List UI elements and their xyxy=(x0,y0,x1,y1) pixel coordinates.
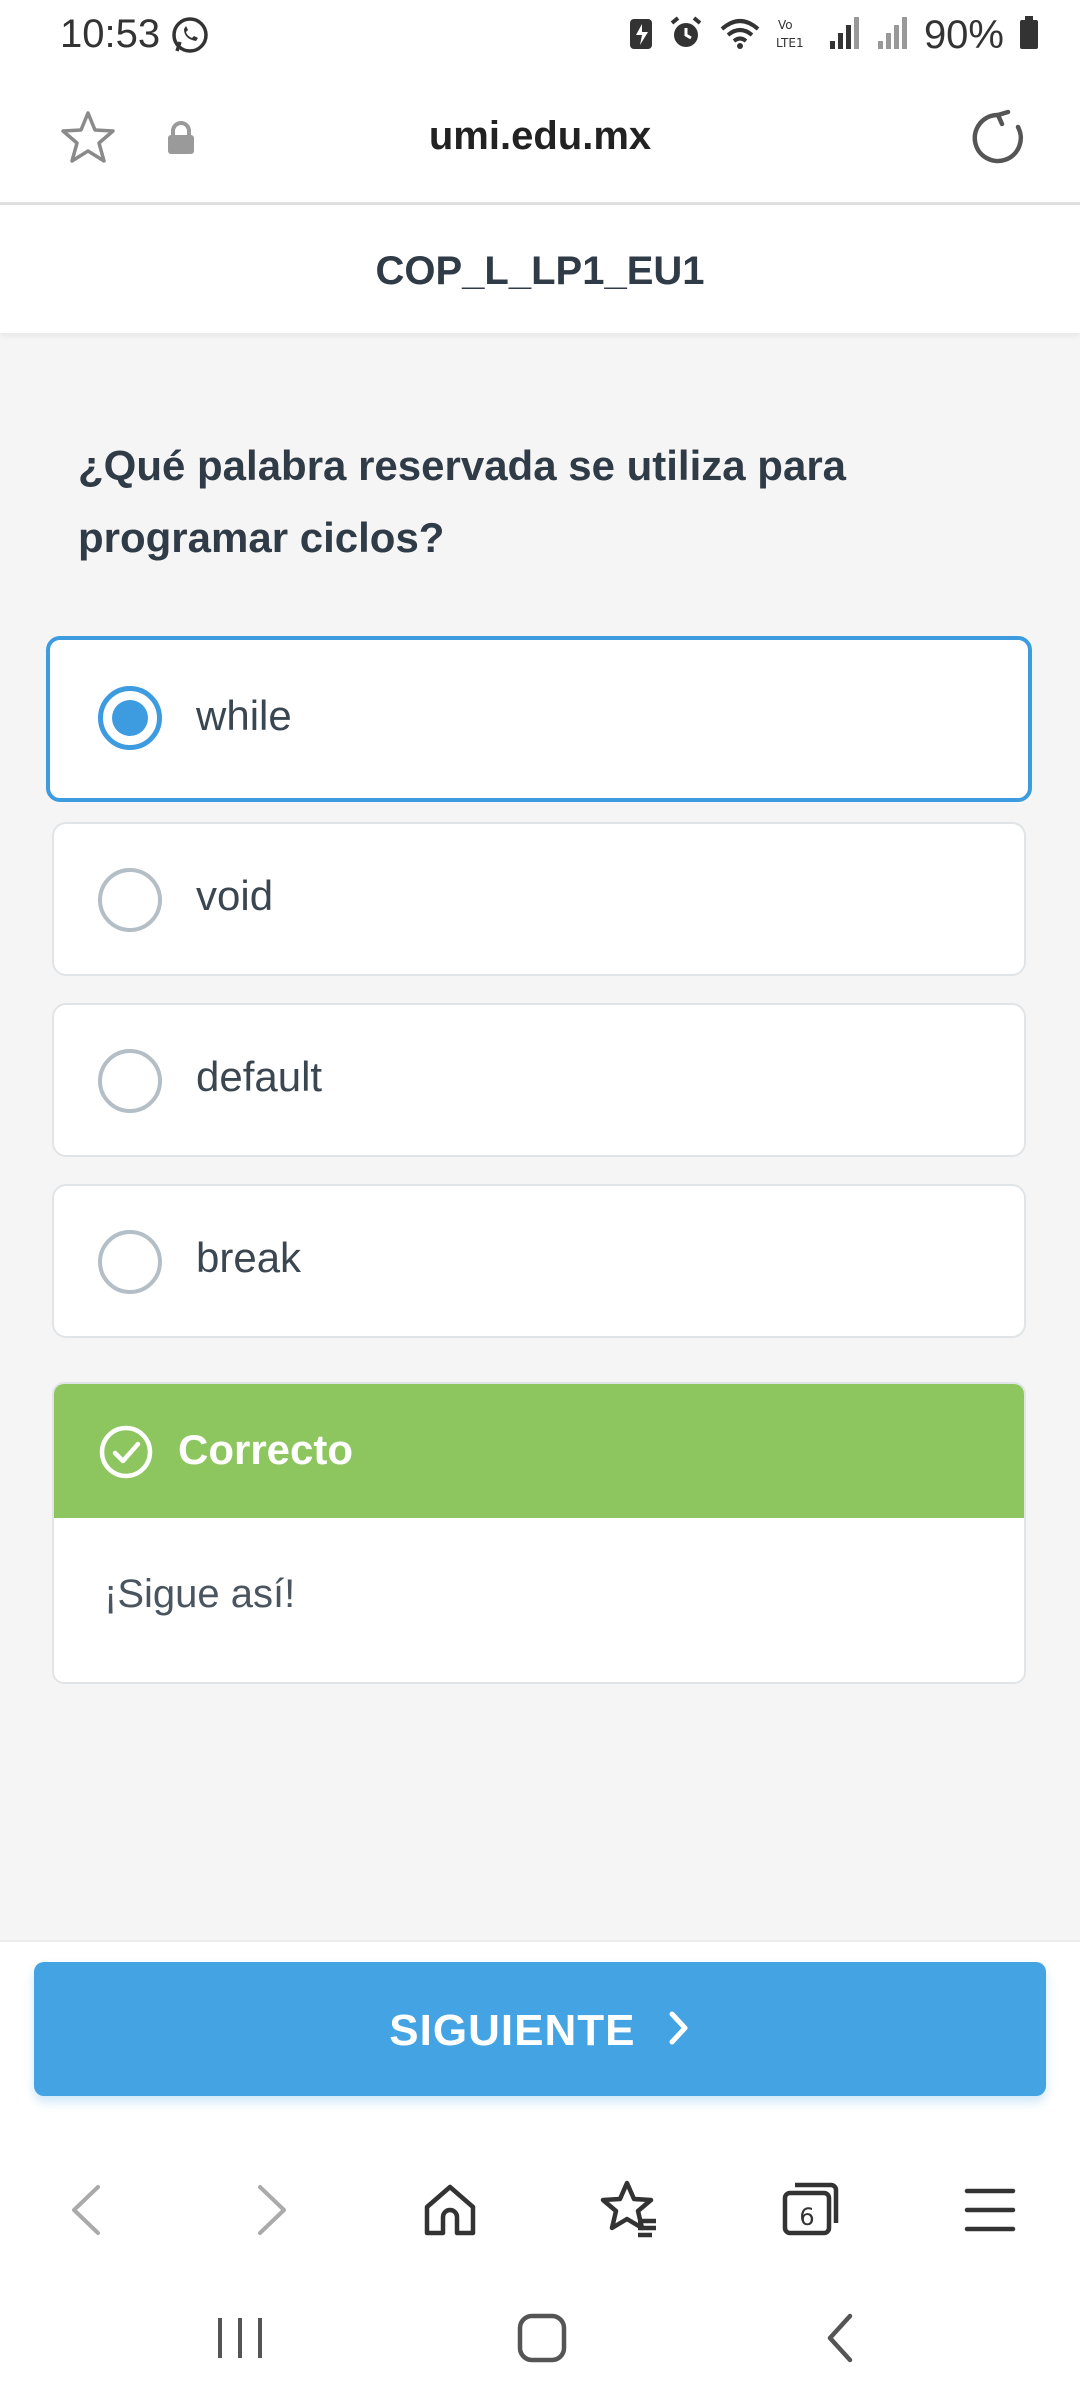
home-button-icon[interactable] xyxy=(512,2310,572,2371)
radio-button[interactable] xyxy=(98,1049,162,1113)
status-icons: Vo LTE1 90% xyxy=(628,10,1040,60)
option-void[interactable]: void xyxy=(52,822,1026,976)
volte-icon: Vo LTE1 xyxy=(776,15,814,56)
option-break[interactable]: break xyxy=(52,1184,1026,1338)
reload-icon[interactable] xyxy=(968,108,1028,173)
radio-button-selected[interactable] xyxy=(98,686,162,750)
option-default[interactable]: default xyxy=(52,1003,1026,1157)
page-header: COP_L_LP1_EU1 xyxy=(0,205,1080,333)
alarm-icon xyxy=(668,15,704,56)
menu-icon[interactable] xyxy=(955,2175,1025,2245)
svg-text:Vo: Vo xyxy=(778,18,793,32)
status-bar: 10:53 Vo LTE1 90% xyxy=(0,0,1080,70)
system-nav-bar xyxy=(0,2270,1080,2408)
next-button[interactable]: SIGUIENTE xyxy=(34,1962,1046,2096)
battery-icon xyxy=(1018,15,1040,56)
whatsapp-icon xyxy=(170,15,210,60)
page-title: COP_L_LP1_EU1 xyxy=(375,249,705,293)
forward-icon[interactable] xyxy=(236,2175,306,2245)
radio-button[interactable] xyxy=(98,1230,162,1294)
feedback-message: ¡Sigue así! xyxy=(104,1572,296,1616)
radio-selected-dot xyxy=(112,700,148,736)
check-circle-icon xyxy=(98,1424,154,1485)
svg-text:LTE1: LTE1 xyxy=(776,36,804,50)
browser-url-bar: umi.edu.mx xyxy=(0,70,1080,205)
signal-icon-2 xyxy=(876,15,910,56)
option-label: void xyxy=(196,872,274,919)
tabs-icon[interactable]: 6 xyxy=(775,2175,845,2245)
option-label: while xyxy=(196,692,292,739)
signal-icon xyxy=(828,15,862,56)
url-text[interactable]: umi.edu.mx xyxy=(0,114,1080,159)
battery-percent: 90% xyxy=(923,12,1004,57)
option-label: break xyxy=(196,1234,302,1281)
bookmarks-icon[interactable] xyxy=(594,2175,664,2245)
browser-nav-bar: 6 xyxy=(0,2145,1080,2270)
battery-saver-icon xyxy=(628,15,654,56)
back-icon[interactable] xyxy=(52,2175,122,2245)
wifi-icon xyxy=(718,15,762,56)
tab-count: 6 xyxy=(799,2203,814,2231)
feedback-header: Correcto xyxy=(54,1384,1024,1518)
next-button-label: SIGUIENTE xyxy=(389,2006,636,2055)
recents-icon[interactable] xyxy=(210,2310,270,2371)
option-while[interactable]: while xyxy=(46,636,1032,802)
status-time: 10:53 xyxy=(60,12,161,56)
option-label: default xyxy=(196,1053,323,1100)
feedback-card: Correcto ¡Sigue así! xyxy=(52,1382,1026,1684)
back-button-icon[interactable] xyxy=(812,2310,872,2371)
chevron-right-icon xyxy=(667,2008,691,2059)
feedback-title: Correcto xyxy=(178,1426,354,1473)
question-text: ¿Qué palabra reservada se utiliza para p… xyxy=(78,442,847,561)
next-button-label-wrap: SIGUIENTE xyxy=(34,2006,1046,2059)
home-icon[interactable] xyxy=(415,2175,485,2245)
radio-button[interactable] xyxy=(98,868,162,932)
